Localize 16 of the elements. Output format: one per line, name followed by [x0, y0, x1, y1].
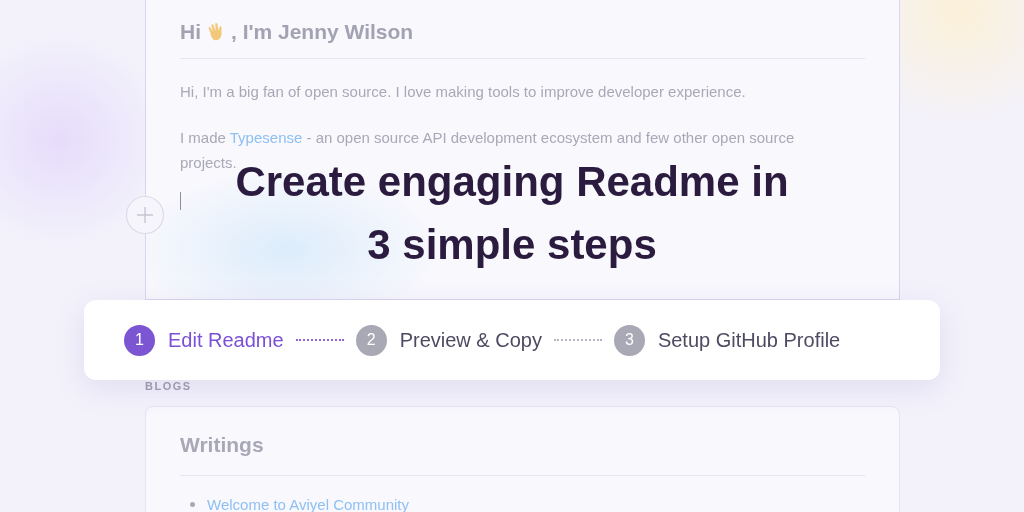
add-block-icon[interactable] [125, 195, 165, 235]
paragraph: Hi, I'm a big fan of open source. I love making tools to improve developer experience. [180, 82, 747, 102]
step-tab[interactable]: 3 Setup GitHub Profile [613, 324, 841, 356]
section-label: BLOGS [145, 380, 193, 392]
step-tab[interactable]: 2 Preview & Copy [355, 324, 542, 356]
step-connector [553, 339, 602, 341]
step-number-badge: 2 [355, 324, 387, 356]
heading: Hi [180, 20, 201, 44]
step-connector [295, 339, 344, 341]
headline: 3 simple steps [367, 220, 657, 270]
heading: , I'm Jenny Wilson [231, 20, 414, 44]
text-cursor [180, 192, 181, 210]
card-title: Writings [180, 433, 265, 457]
step-number-badge: 1 [124, 324, 155, 356]
step-number-badge: 3 [613, 324, 645, 356]
step-tab[interactable]: 1 Edit Readme [124, 324, 284, 356]
